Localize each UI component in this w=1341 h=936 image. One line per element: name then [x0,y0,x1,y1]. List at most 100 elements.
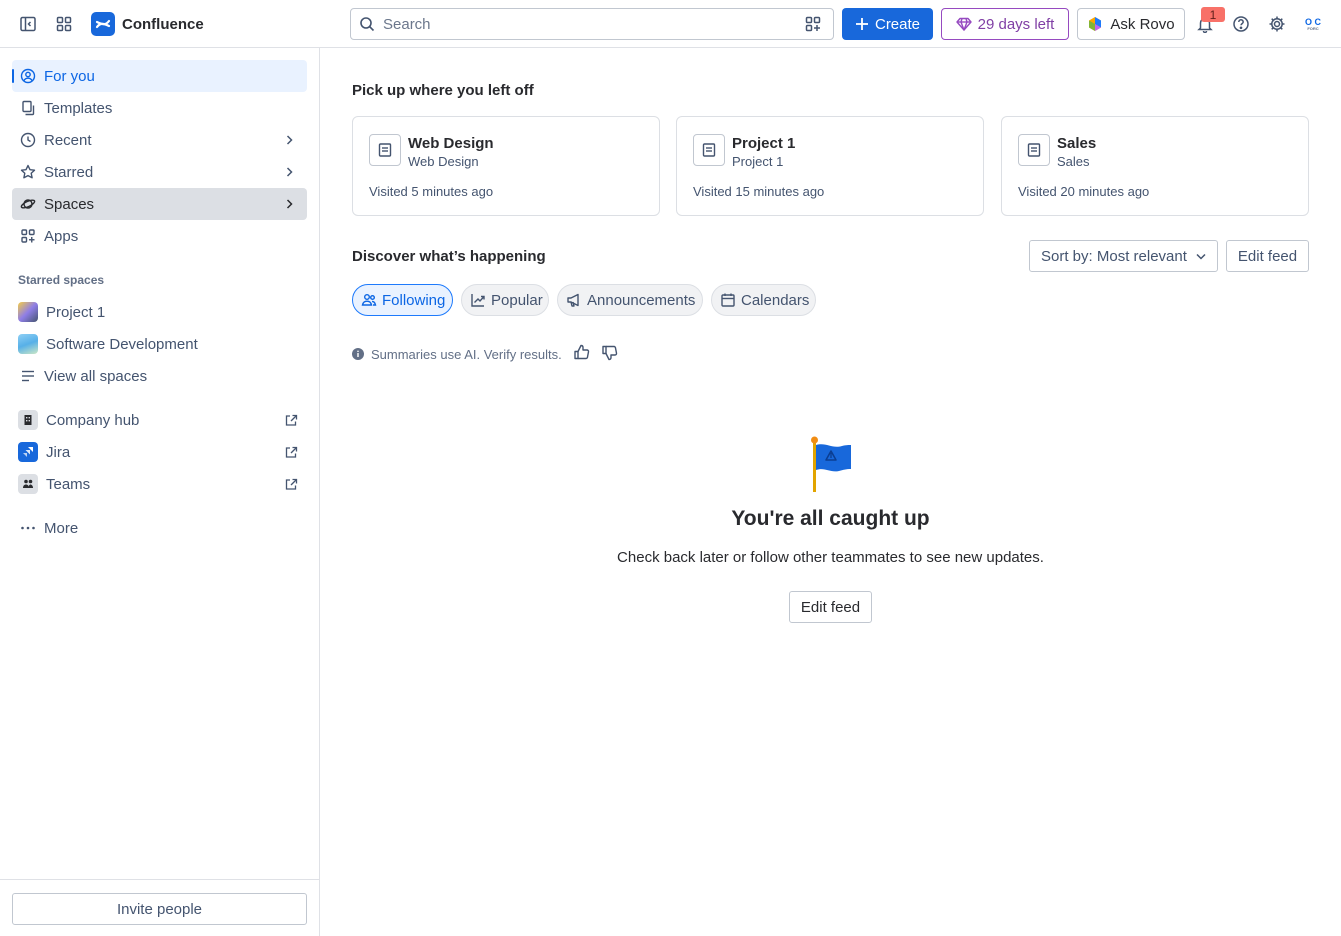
tab-popular[interactable]: Popular [461,284,549,316]
chevron-right-icon[interactable] [281,132,297,148]
project-1-space-avatar [18,302,38,322]
view-all-spaces[interactable]: View all spaces [12,360,307,392]
empty-state-message: Check back later or follow other teammat… [617,549,1044,566]
more-dots-icon [20,520,36,536]
card-title: Project 1 [732,135,796,152]
edit-feed-button-empty-state[interactable]: Edit feed [789,591,872,623]
discover-heading: Discover what’s happening [352,248,546,265]
help-icon[interactable] [1227,10,1255,38]
search-bar[interactable] [350,8,834,40]
starred-space-project-1[interactable]: Project 1 [12,296,307,328]
sidebar-item-spaces[interactable]: Spaces [12,188,307,220]
sidebar-item-label: Templates [44,99,113,117]
app-switcher-icon[interactable] [50,10,78,38]
sidebar-item-label: View all spaces [44,367,148,385]
create-label: Create [874,15,921,33]
recent-card[interactable]: Web Design Web Design Visited 5 minutes … [352,116,660,216]
external-link-icon [283,412,299,428]
sidebar-item-label: Apps [44,227,79,245]
chevron-right-icon[interactable] [281,196,297,212]
sidebar-item-label: For you [44,67,95,85]
sidebar-item-label: Jira [46,443,71,461]
thumbs-down-icon[interactable] [600,343,618,361]
starred-space-software-development[interactable]: Software Development [12,328,307,360]
card-space: Web Design [408,154,479,169]
page-icon [693,134,725,166]
chevron-right-icon[interactable] [281,164,297,180]
app-name: Confluence [122,15,204,33]
sidebar-toggle-icon[interactable] [14,10,42,38]
external-link-icon [283,476,299,492]
settings-gear-icon[interactable] [1263,10,1291,38]
create-button[interactable]: Create [842,8,933,40]
active-indicator [12,69,14,83]
sidebar-item-label: Recent [44,131,92,149]
sidebar-footer: Invite people [0,879,319,936]
main-content: Pick up where you left off Web Design We… [320,48,1341,936]
card-space: Project 1 [732,154,784,169]
confluence-logo[interactable]: Confluence [91,12,204,36]
ask-rovo-label: Ask Rovo [1110,15,1175,33]
sidebar-item-label: Company hub [46,411,140,429]
tab-announcements[interactable]: Announcements [557,284,703,316]
search-input[interactable] [383,15,793,33]
ai-summary-note: Summaries use AI. Verify results. [352,344,562,364]
recent-card[interactable]: Sales Sales Visited 20 minutes ago [1001,116,1309,216]
sidebar-link-teams[interactable]: Teams [12,468,307,500]
empty-state-title: You're all caught up [731,507,930,530]
card-space: Sales [1057,154,1090,169]
planet-icon [20,196,36,212]
teams-icon [18,474,38,494]
ask-rovo-button[interactable]: Ask Rovo [1077,8,1185,40]
card-visited: Visited 5 minutes ago [369,184,494,199]
recent-card[interactable]: Project 1 Project 1 Visited 15 minutes a… [676,116,984,216]
sidebar-item-apps[interactable]: Apps [12,220,307,252]
tab-label: Calendars [741,291,810,309]
page-icon [1018,134,1050,166]
search-icon [359,16,375,32]
sort-label: Sort by: Most relevant [1041,247,1187,265]
jira-icon [18,442,38,462]
page-icon [369,134,401,166]
tab-following[interactable]: Following [352,284,453,316]
trial-button[interactable]: 29 days left [941,8,1069,40]
tab-calendars[interactable]: Calendars [711,284,816,316]
sidebar-item-recent[interactable]: Recent [12,124,307,156]
space-label: Software Development [46,335,198,353]
space-label: Project 1 [46,303,106,321]
sort-dropdown[interactable]: Sort by: Most relevant [1029,240,1218,272]
avatar-subtext: FORC [1307,25,1319,31]
list-icon [20,368,36,384]
rovo-icon [1087,16,1103,32]
thumbs-up-icon[interactable] [572,343,590,361]
external-link-icon [283,444,299,460]
search-filters-icon[interactable] [801,12,825,36]
card-title: Web Design [408,135,494,152]
tab-label: Following [382,291,446,309]
edit-feed-button[interactable]: Edit feed [1226,240,1309,272]
top-navigation-bar: Confluence Create 29 days left Ask Rovo … [0,0,1341,48]
sidebar-item-label: Spaces [44,195,95,213]
sidebar-item-label: More [44,519,79,537]
sidebar-item-templates[interactable]: Templates [12,92,307,124]
sidebar-link-jira[interactable]: Jira [12,436,307,468]
sidebar-item-more[interactable]: More [12,512,307,544]
sidebar-item-label: Teams [46,475,91,493]
trend-icon [470,292,486,308]
invite-people-button[interactable]: Invite people [12,893,307,925]
user-avatar[interactable]: O C FORC [1299,10,1327,38]
sidebar-link-company-hub[interactable]: Company hub [12,404,307,436]
chevron-down-icon [1195,250,1207,262]
building-icon [18,410,38,430]
ai-note-text: Summaries use AI. Verify results. [371,346,562,362]
software-development-space-avatar [18,334,38,354]
sidebar-item-starred[interactable]: Starred [12,156,307,188]
card-title: Sales [1057,135,1097,152]
sidebar: For you Templates Recent Starred Spaces [0,48,320,936]
apps-icon [20,228,36,244]
people-icon [361,292,377,308]
sidebar-item-for-you[interactable]: For you [12,60,307,92]
card-visited: Visited 15 minutes ago [693,184,825,199]
tab-label: Announcements [587,291,696,309]
avatar-initials: O C [1304,16,1321,27]
